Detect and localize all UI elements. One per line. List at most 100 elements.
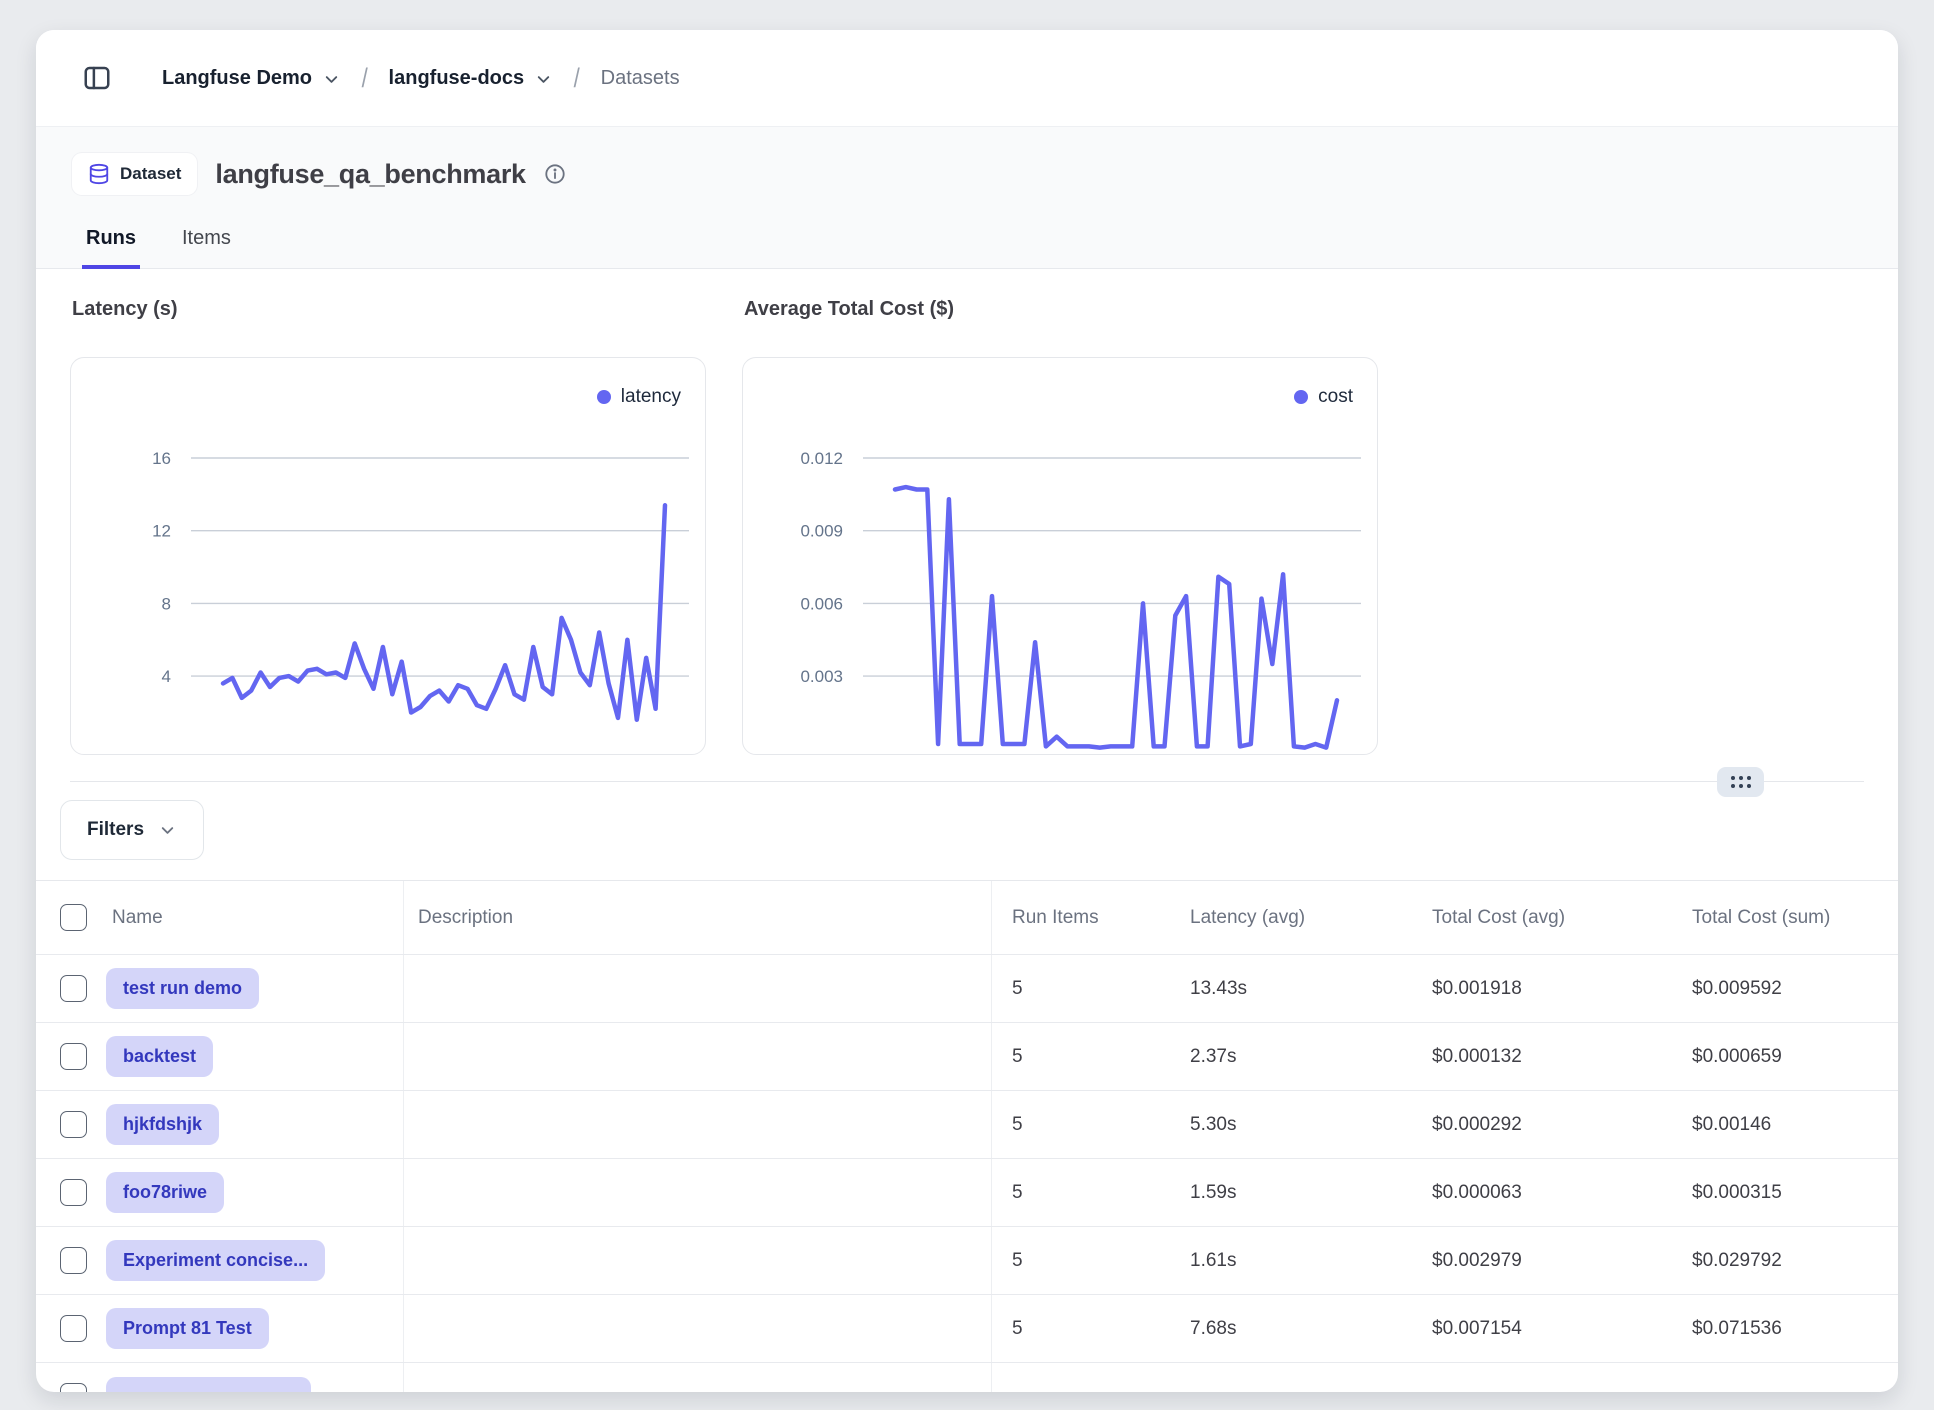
run-name-badge[interactable] — [106, 1377, 311, 1393]
run-items-cell: 5 — [992, 955, 1170, 1022]
runs-table: Name Description Run Items Latency (avg)… — [36, 880, 1898, 1392]
description-cell — [404, 1091, 992, 1158]
svg-text:0.006: 0.006 — [800, 594, 843, 613]
run-name-badge[interactable]: Prompt 81 Test — [106, 1308, 269, 1349]
description-cell — [404, 1023, 992, 1090]
run-name-badge[interactable]: Experiment concise... — [106, 1240, 325, 1281]
dataset-type-badge: Dataset — [72, 153, 197, 195]
row-checkbox[interactable] — [60, 1247, 87, 1274]
panel-resize-handle[interactable] — [1717, 767, 1764, 797]
latency-avg-cell — [1170, 1363, 1412, 1392]
breadcrumb-section[interactable]: Datasets — [601, 67, 680, 90]
svg-text:12: 12 — [152, 522, 171, 541]
table-header-row: Name Description Run Items Latency (avg)… — [36, 881, 1898, 955]
total-cost-sum-cell: $0.029792 — [1672, 1227, 1898, 1294]
total-cost-sum-cell: $0.000315 — [1672, 1159, 1898, 1226]
description-cell — [404, 1227, 992, 1294]
filters-button[interactable]: Filters — [60, 800, 204, 860]
page-title: langfuse_qa_benchmark — [215, 159, 525, 190]
run-name-badge[interactable]: hjkfdshjk — [106, 1104, 219, 1145]
total-cost-sum-cell: $0.009592 — [1672, 955, 1898, 1022]
total-cost-avg-cell: $0.007154 — [1412, 1295, 1672, 1362]
latency-avg-cell: 1.61s — [1170, 1227, 1412, 1294]
total-cost-sum-cell: $0.000659 — [1672, 1023, 1898, 1090]
latency-avg-cell: 7.68s — [1170, 1295, 1412, 1362]
column-header-name: Name — [100, 881, 404, 954]
latency-avg-cell: 1.59s — [1170, 1159, 1412, 1226]
row-checkbox[interactable] — [60, 1179, 87, 1206]
breadcrumb-project-label: langfuse-docs — [389, 67, 525, 90]
column-header-latency-avg: Latency (avg) — [1170, 881, 1412, 954]
filters-row: Filters — [36, 782, 1898, 880]
total-cost-avg-cell: $0.001918 — [1412, 955, 1672, 1022]
run-name-badge[interactable]: test run demo — [106, 968, 259, 1009]
latency-chart[interactable]: latency 161284 — [70, 357, 706, 755]
main-window: Langfuse Demo / langfuse-docs / Datasets… — [36, 30, 1898, 1392]
total-cost-sum-cell: $0.00146 — [1672, 1091, 1898, 1158]
cost-chart[interactable]: cost 0.0120.0090.0060.003 — [742, 357, 1378, 755]
chevron-down-icon — [158, 821, 177, 840]
chevron-down-icon — [534, 70, 553, 89]
filters-button-label: Filters — [87, 819, 144, 841]
total-cost-avg-cell: $0.002979 — [1412, 1227, 1672, 1294]
table-row[interactable]: backtest 5 2.37s $0.000132 $0.000659 — [36, 1023, 1898, 1091]
table-row[interactable]: Prompt 81 Test 5 7.68s $0.007154 $0.0715… — [36, 1295, 1898, 1363]
table-row[interactable]: Experiment concise... 5 1.61s $0.002979 … — [36, 1227, 1898, 1295]
run-items-cell — [992, 1363, 1170, 1392]
column-header-run-items: Run Items — [992, 881, 1170, 954]
cost-chart-block: Average Total Cost ($) cost 0.0120.0090.… — [742, 297, 1378, 755]
breadcrumb: Langfuse Demo / langfuse-docs / Datasets — [36, 30, 1898, 127]
breadcrumb-org-label: Langfuse Demo — [162, 67, 312, 90]
svg-text:16: 16 — [152, 449, 171, 468]
row-checkbox[interactable] — [60, 1111, 87, 1138]
column-header-description: Description — [404, 881, 992, 954]
tab-items[interactable]: Items — [178, 227, 235, 268]
run-name-badge[interactable]: foo78riwe — [106, 1172, 224, 1213]
row-checkbox[interactable] — [60, 975, 87, 1002]
column-header-total-cost-sum: Total Cost (sum) — [1672, 881, 1898, 954]
charts-section: Latency (s) latency 161284 Average Total… — [36, 269, 1898, 782]
run-items-cell: 5 — [992, 1227, 1170, 1294]
run-name-badge[interactable]: backtest — [106, 1036, 213, 1077]
latency-avg-cell: 13.43s — [1170, 955, 1412, 1022]
svg-text:0.012: 0.012 — [800, 449, 843, 468]
breadcrumb-separator: / — [362, 63, 368, 94]
panel-left-icon — [82, 63, 112, 93]
description-cell — [404, 1159, 992, 1226]
description-cell — [404, 1363, 992, 1392]
database-icon — [88, 163, 110, 185]
dataset-badge-label: Dataset — [120, 164, 181, 184]
latency-avg-cell: 5.30s — [1170, 1091, 1412, 1158]
description-cell — [404, 955, 992, 1022]
svg-text:8: 8 — [162, 594, 171, 613]
table-row[interactable]: test run demo 5 13.43s $0.001918 $0.0095… — [36, 955, 1898, 1023]
cost-chart-title: Average Total Cost ($) — [744, 297, 1378, 321]
breadcrumb-separator: / — [574, 63, 580, 94]
run-items-cell: 5 — [992, 1295, 1170, 1362]
run-items-cell: 5 — [992, 1091, 1170, 1158]
info-icon[interactable] — [544, 163, 566, 185]
dataset-header: Dataset langfuse_qa_benchmark Runs Items — [36, 127, 1898, 269]
column-header-total-cost-avg: Total Cost (avg) — [1412, 881, 1672, 954]
row-checkbox[interactable] — [60, 1383, 87, 1392]
breadcrumb-project[interactable]: langfuse-docs — [389, 67, 554, 90]
latency-avg-cell: 2.37s — [1170, 1023, 1412, 1090]
grip-dots-icon — [1731, 776, 1751, 788]
total-cost-avg-cell: $0.000292 — [1412, 1091, 1672, 1158]
table-row[interactable] — [36, 1363, 1898, 1392]
table-row[interactable]: hjkfdshjk 5 5.30s $0.000292 $0.00146 — [36, 1091, 1898, 1159]
breadcrumb-org[interactable]: Langfuse Demo — [162, 67, 341, 90]
panel-divider — [70, 781, 1864, 782]
tab-runs[interactable]: Runs — [82, 227, 140, 269]
run-items-cell: 5 — [992, 1023, 1170, 1090]
row-checkbox[interactable] — [60, 1315, 87, 1342]
svg-text:0.009: 0.009 — [800, 522, 843, 541]
table-row[interactable]: foo78riwe 5 1.59s $0.000063 $0.000315 — [36, 1159, 1898, 1227]
sidebar-toggle-button[interactable] — [76, 57, 118, 99]
row-checkbox[interactable] — [60, 1043, 87, 1070]
tab-bar: Runs Items — [72, 227, 1862, 268]
total-cost-avg-cell: $0.000132 — [1412, 1023, 1672, 1090]
total-cost-avg-cell: $0.000063 — [1412, 1159, 1672, 1226]
latency-chart-block: Latency (s) latency 161284 — [70, 297, 706, 755]
select-all-checkbox[interactable] — [60, 904, 87, 931]
